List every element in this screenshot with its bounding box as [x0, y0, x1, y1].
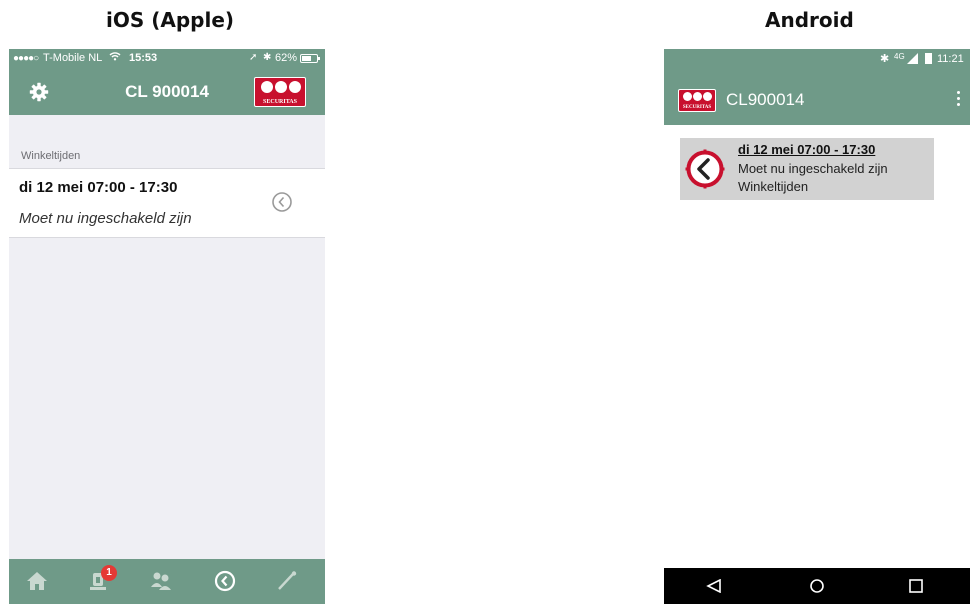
signal-icon	[907, 53, 918, 64]
clock-icon	[214, 570, 236, 592]
nav-back[interactable]	[684, 568, 744, 604]
tab-alarms[interactable]: 1	[79, 559, 119, 604]
nav-home[interactable]	[787, 568, 847, 604]
logo-text: SECURITAS	[263, 99, 297, 105]
bluetooth-icon: ✱	[880, 53, 890, 65]
ios-status-bar: ●●●●○ T-Mobile NL 15:53 ➚ ✱ 62%	[9, 49, 325, 69]
network-type: 4G	[894, 52, 905, 61]
clock-icon	[271, 191, 293, 213]
schedule-status: Moet nu ingeschakeld zijn	[19, 210, 192, 227]
battery-percent: 62%	[275, 52, 298, 64]
logo-text: SECURITAS	[682, 105, 712, 110]
alarm-badge: 1	[101, 565, 117, 581]
securitas-logo: SECURITAS	[678, 89, 716, 112]
android-heading: Android	[765, 8, 854, 32]
ios-screen: ●●●●○ T-Mobile NL 15:53 ➚ ✱ 62% CL 90001…	[9, 49, 325, 604]
page-title: CL900014	[726, 90, 805, 109]
status-time: 15:53	[129, 52, 158, 64]
schedule-category: Winkeltijden	[738, 179, 809, 194]
location-icon: ➚	[249, 52, 258, 63]
tab-keys[interactable]	[267, 559, 307, 604]
bluetooth-icon: ✱	[263, 52, 272, 63]
ios-heading: iOS (Apple)	[106, 8, 235, 32]
home-icon	[27, 572, 47, 590]
signal-strength: ●●●●○	[13, 53, 39, 64]
back-icon	[706, 579, 721, 593]
list-item[interactable]: di 12 mei 07:00 - 17:30 Moet nu ingescha…	[680, 138, 934, 200]
overflow-menu-icon[interactable]	[952, 89, 964, 109]
android-screen: ✱ 4G 11:21 SECURITAS CL900014 di 12 mei …	[664, 49, 970, 604]
status-time: 11:21	[937, 53, 964, 65]
battery-icon	[925, 53, 932, 64]
ios-tab-bar: 1	[9, 559, 325, 604]
wifi-icon	[109, 51, 121, 64]
home-icon	[810, 579, 824, 593]
list-item[interactable]: di 12 mei 07:00 - 17:30 Moet nu ingescha…	[9, 168, 325, 238]
android-nav-bar	[664, 568, 970, 604]
tab-users[interactable]	[141, 559, 181, 604]
tab-schedule[interactable]	[205, 559, 245, 604]
schedule-status: Moet nu ingeschakeld zijn	[738, 161, 888, 176]
key-icon	[278, 571, 297, 590]
clock-icon	[685, 149, 725, 189]
schedule-time: di 12 mei 07:00 - 17:30	[738, 142, 876, 157]
section-header: Winkeltijden	[21, 150, 81, 162]
tab-home[interactable]	[17, 559, 57, 604]
users-icon	[151, 572, 171, 590]
securitas-logo: SECURITAS	[254, 77, 306, 107]
schedule-time: di 12 mei 07:00 - 17:30	[19, 179, 178, 196]
recents-icon	[909, 579, 923, 593]
carrier-name: T-Mobile NL	[43, 52, 103, 64]
battery-icon	[300, 54, 320, 63]
nav-recents[interactable]	[886, 568, 946, 604]
android-status-bar: ✱ 4G 11:21	[664, 49, 970, 71]
